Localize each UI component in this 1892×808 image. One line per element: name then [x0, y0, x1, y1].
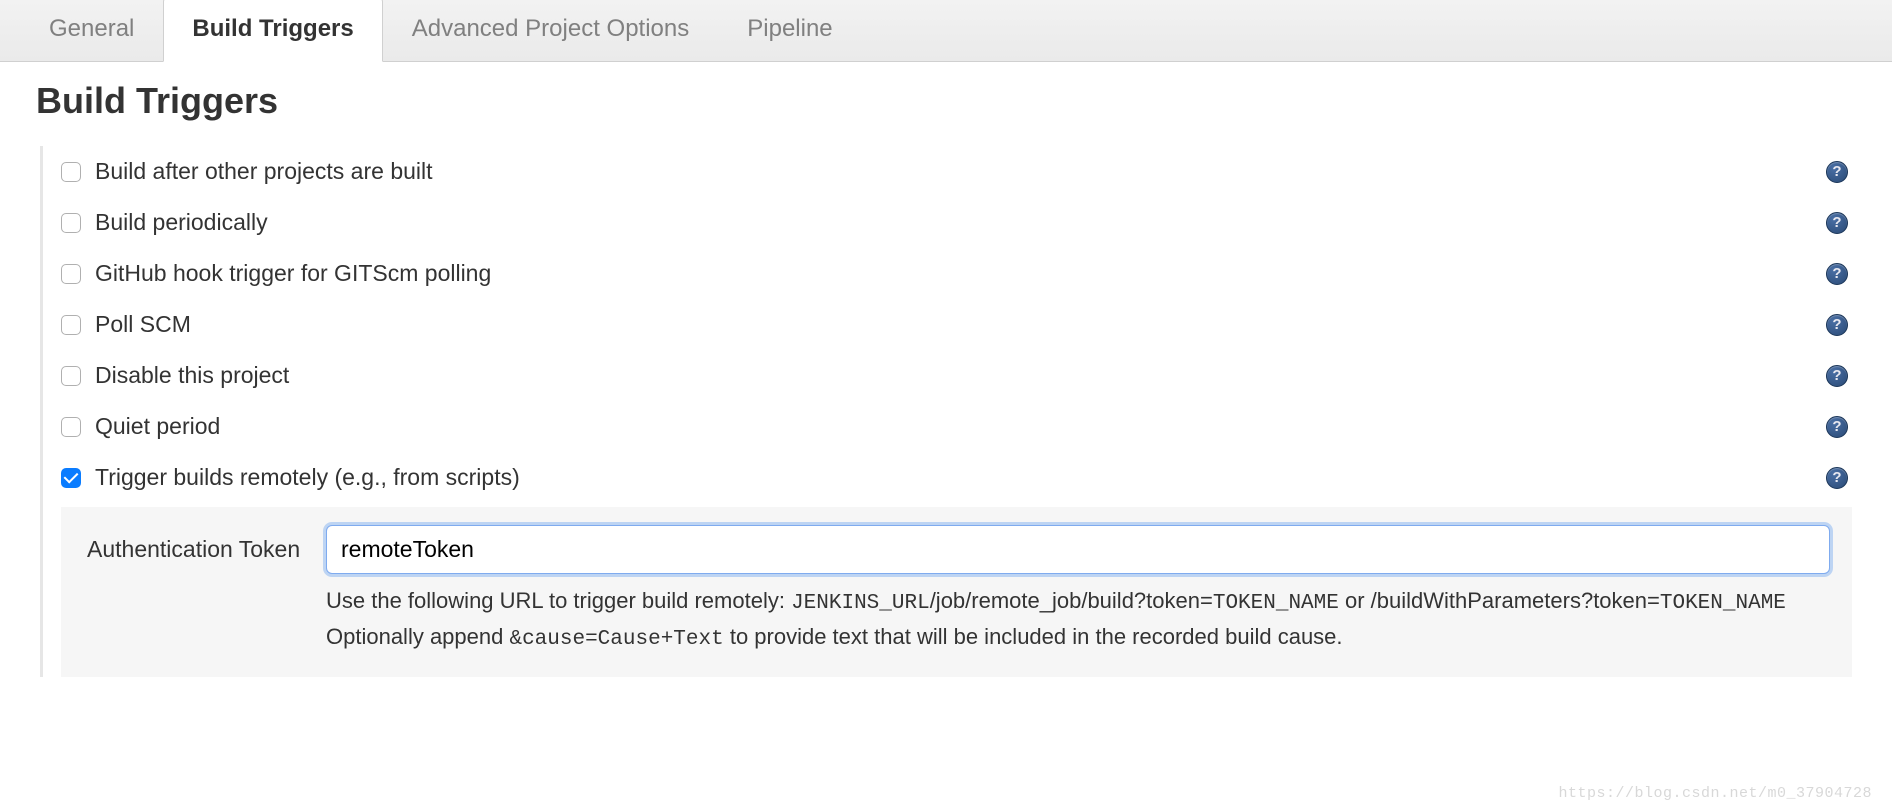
help-text-mono: TOKEN_NAME	[1213, 592, 1339, 615]
trigger-row: Poll SCM ?	[61, 299, 1852, 350]
help-text-part: or /buildWithParameters?token=	[1339, 588, 1660, 613]
help-icon[interactable]: ?	[1826, 161, 1848, 183]
help-text-mono: TOKEN_NAME	[1660, 592, 1786, 615]
trigger-left: Disable this project	[61, 362, 289, 389]
trigger-left: GitHub hook trigger for GITScm polling	[61, 260, 491, 287]
tab-general[interactable]: General	[20, 0, 163, 61]
tab-bar: General Build Triggers Advanced Project …	[0, 0, 1892, 62]
help-icon[interactable]: ?	[1826, 365, 1848, 387]
checkbox-build-after-other[interactable]	[61, 162, 81, 182]
nested-panel: Authentication Token Use the following U…	[61, 507, 1852, 677]
checkbox-poll-scm[interactable]	[61, 315, 81, 335]
section-body: Build after other projects are built ? B…	[40, 146, 1852, 677]
checkbox-trigger-remotely[interactable]	[61, 468, 81, 488]
trigger-row: Build after other projects are built ?	[61, 146, 1852, 197]
trigger-row: GitHub hook trigger for GITScm polling ?	[61, 248, 1852, 299]
trigger-left: Trigger builds remotely (e.g., from scri…	[61, 464, 520, 491]
trigger-label: Trigger builds remotely (e.g., from scri…	[95, 464, 520, 491]
help-icon[interactable]: ?	[1826, 467, 1848, 489]
trigger-row: Quiet period ?	[61, 401, 1852, 452]
trigger-left: Quiet period	[61, 413, 220, 440]
help-icon[interactable]: ?	[1826, 416, 1848, 438]
checkbox-github-hook[interactable]	[61, 264, 81, 284]
trigger-label: Build after other projects are built	[95, 158, 433, 185]
watermark: https://blog.csdn.net/m0_37904728	[1558, 785, 1872, 802]
trigger-row: Build periodically ?	[61, 197, 1852, 248]
checkbox-build-periodically[interactable]	[61, 213, 81, 233]
trigger-label: GitHub hook trigger for GITScm polling	[95, 260, 491, 287]
trigger-left: Poll SCM	[61, 311, 191, 338]
auth-token-input[interactable]	[326, 525, 1830, 574]
help-text-part: Use the following URL to trigger build r…	[326, 588, 791, 613]
auth-token-label: Authentication Token	[87, 536, 312, 563]
trigger-label: Build periodically	[95, 209, 268, 236]
help-icon[interactable]: ?	[1826, 314, 1848, 336]
trigger-left: Build periodically	[61, 209, 268, 236]
help-text-part: to provide text that will be included in…	[724, 624, 1343, 649]
checkbox-disable-project[interactable]	[61, 366, 81, 386]
trigger-left: Build after other projects are built	[61, 158, 433, 185]
trigger-label: Quiet period	[95, 413, 220, 440]
help-text-mono: &cause=Cause+Text	[509, 628, 723, 651]
help-text-part: /job/remote_job/build?token=	[930, 588, 1213, 613]
trigger-row: Trigger builds remotely (e.g., from scri…	[61, 452, 1852, 503]
trigger-label: Disable this project	[95, 362, 289, 389]
tab-pipeline[interactable]: Pipeline	[718, 0, 861, 61]
tab-build-triggers[interactable]: Build Triggers	[163, 0, 382, 62]
help-icon[interactable]: ?	[1826, 263, 1848, 285]
nested-row: Authentication Token	[87, 525, 1830, 574]
trigger-label: Poll SCM	[95, 311, 191, 338]
help-text-part: Optionally append	[326, 624, 509, 649]
tab-advanced-project-options[interactable]: Advanced Project Options	[383, 0, 719, 61]
auth-help-text: Use the following URL to trigger build r…	[326, 584, 1830, 655]
trigger-row: Disable this project ?	[61, 350, 1852, 401]
help-text-mono: JENKINS_URL	[791, 592, 930, 615]
content-area: Build Triggers Build after other project…	[0, 62, 1892, 707]
section-title: Build Triggers	[36, 80, 1852, 122]
help-icon[interactable]: ?	[1826, 212, 1848, 234]
checkbox-quiet-period[interactable]	[61, 417, 81, 437]
